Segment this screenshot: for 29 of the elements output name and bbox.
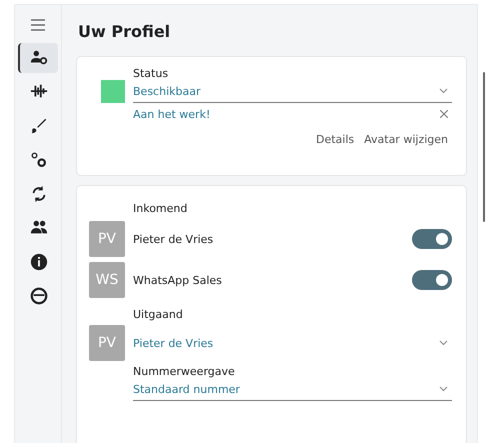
- section-label: Inkomend: [133, 202, 188, 215]
- info-icon: [30, 253, 48, 271]
- line-name: Pieter de Vries: [133, 232, 214, 246]
- page-title: Uw Profiel: [78, 22, 172, 41]
- number-dropdown[interactable]: Standaard nummer: [133, 378, 452, 401]
- scrollbar[interactable]: [483, 72, 485, 222]
- clear-icon[interactable]: [440, 110, 448, 118]
- avatar: WS: [89, 262, 125, 298]
- status-message-field[interactable]: Aan het werk!: [133, 103, 452, 125]
- chevron-icon: [439, 88, 448, 94]
- link-button[interactable]: Avatar wijzigen: [364, 133, 448, 146]
- menu-icon[interactable]: [31, 19, 45, 31]
- user-gear-icon: [30, 49, 48, 67]
- avatar: PV: [89, 325, 125, 361]
- line-name: WhatsApp Sales: [133, 274, 223, 286]
- sidebar-item[interactable]: [18, 43, 58, 73]
- avatar: PV: [89, 221, 125, 257]
- chevron-icon: [439, 386, 448, 392]
- toggle-switch[interactable]: [412, 229, 452, 249]
- link-button[interactable]: Details: [316, 133, 354, 146]
- field-label: Status: [133, 67, 170, 80]
- chevron-icon: [439, 340, 448, 346]
- outgoing-dropdown[interactable]: Pieter de Vries: [133, 332, 452, 354]
- sync-icon: [30, 185, 48, 203]
- field-label: Nummerweergave: [133, 365, 236, 378]
- toggle-switch[interactable]: [412, 270, 452, 290]
- status-dropdown[interactable]: Beschikbaar: [133, 80, 452, 103]
- brush-icon: [30, 117, 48, 135]
- section-label: Uitgaand: [133, 308, 184, 321]
